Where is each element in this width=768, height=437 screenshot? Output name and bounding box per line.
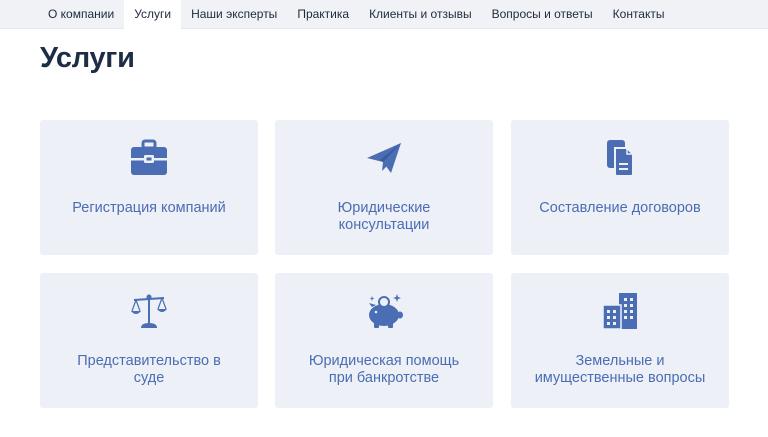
service-card-label: Представительство в суде [77, 353, 221, 386]
piggy-bank-icon [364, 291, 404, 331]
briefcase-icon [129, 138, 169, 178]
page-title: Услуги [40, 42, 135, 74]
nav-item-about[interactable]: О компании [38, 0, 124, 29]
documents-icon [600, 138, 640, 178]
paper-plane-icon [364, 138, 404, 178]
nav-item-services[interactable]: Услуги [124, 0, 182, 29]
scales-icon [129, 291, 169, 331]
nav-item-practice[interactable]: Практика [287, 0, 359, 29]
nav-item-faq[interactable]: Вопросы и ответы [482, 0, 603, 29]
service-card-court[interactable]: Представительство в суде [40, 273, 258, 408]
building-icon [600, 291, 640, 331]
nav-item-clients[interactable]: Клиенты и отзывы [359, 0, 482, 29]
nav-item-contacts[interactable]: Контакты [603, 0, 675, 29]
service-card-label: Земельные и имущественные вопросы [534, 353, 706, 386]
service-card-label: Юридические консультации [337, 200, 431, 233]
service-card-registration[interactable]: Регистрация компаний [40, 120, 258, 255]
service-card-consultations[interactable]: Юридические консультации [275, 120, 493, 255]
service-card-label: Составление договоров [539, 200, 701, 216]
nav-item-experts[interactable]: Наши эксперты [181, 0, 287, 29]
service-card-label: Юридическая помощь при банкротстве [308, 353, 460, 386]
service-card-contracts[interactable]: Составление договоров [511, 120, 729, 255]
service-card-bankruptcy[interactable]: Юридическая помощь при банкротстве [275, 273, 493, 408]
top-navigation: О компании Услуги Наши эксперты Практика… [0, 0, 768, 29]
service-card-property[interactable]: Земельные и имущественные вопросы [511, 273, 729, 408]
service-card-label: Регистрация компаний [72, 200, 226, 216]
